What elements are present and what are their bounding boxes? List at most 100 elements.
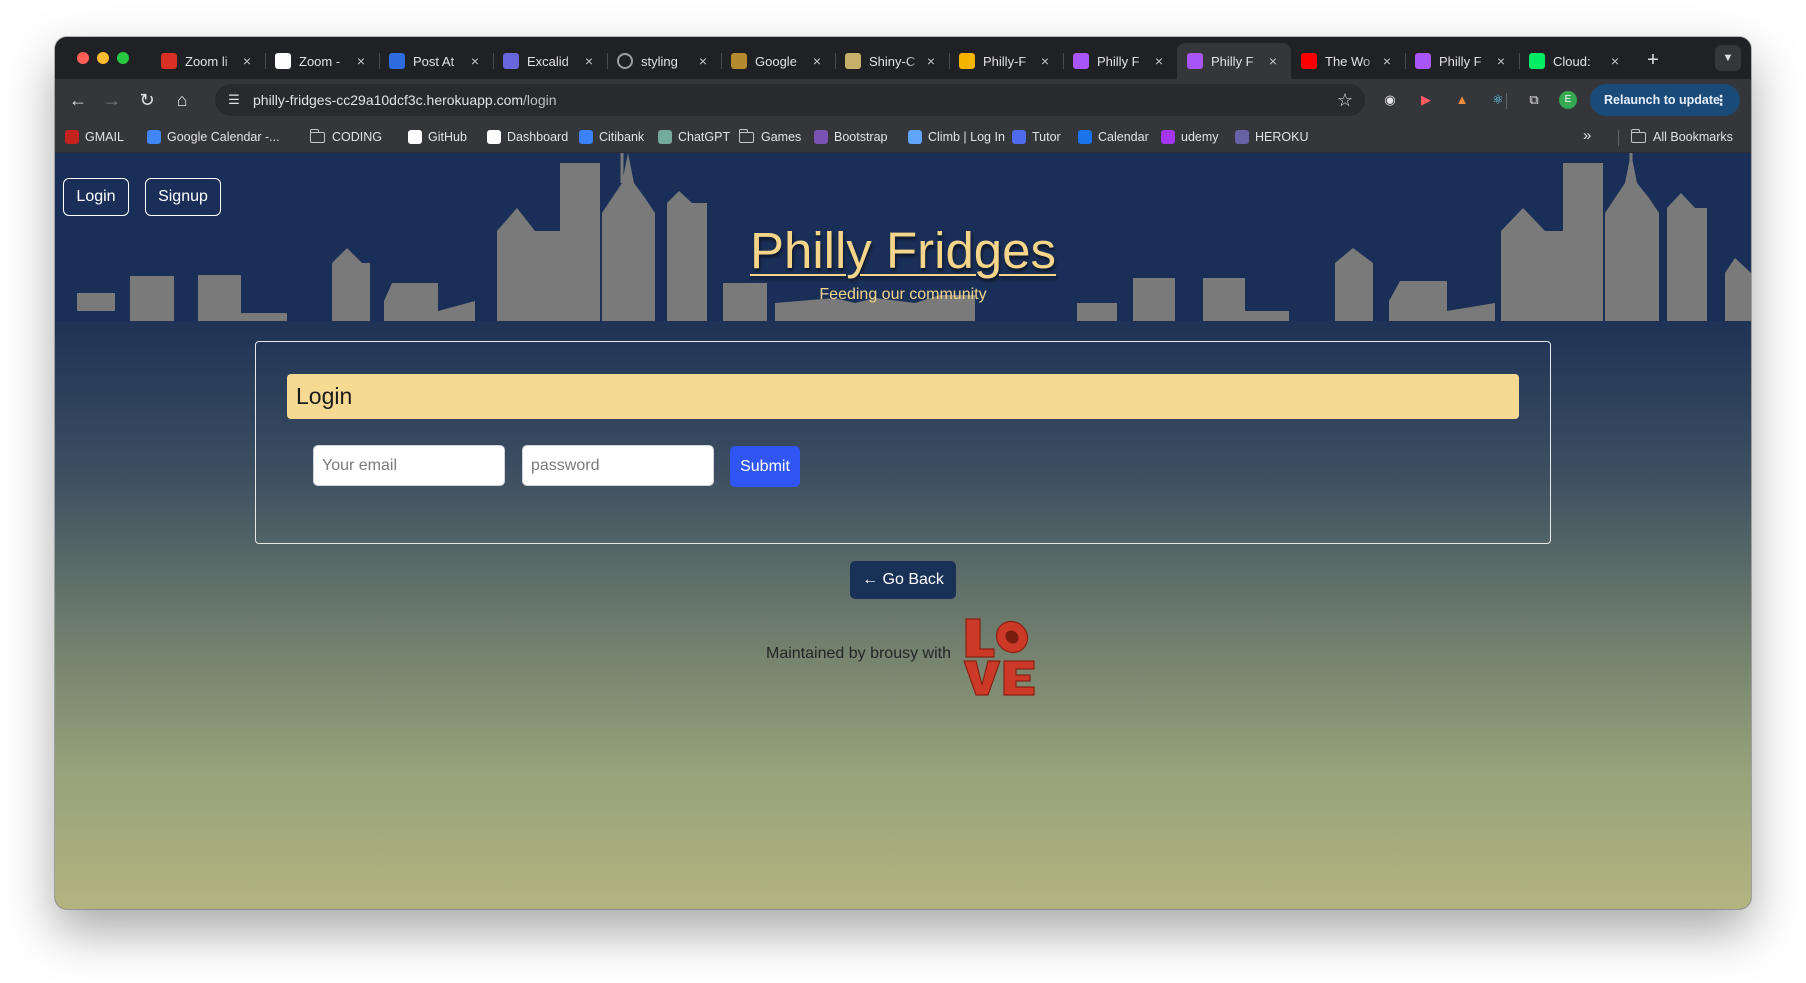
browser-tab[interactable]: Cloud: × <box>1519 43 1633 79</box>
tab-title: Zoom - <box>299 53 341 69</box>
tutor-icon <box>1012 130 1026 144</box>
vite-favicon <box>1187 53 1203 69</box>
bookmark-games[interactable]: Games <box>738 128 801 146</box>
all-bookmarks-button[interactable]: All Bookmarks <box>1630 128 1733 146</box>
browser-tab[interactable]: Philly F × <box>1177 43 1291 79</box>
side-panel-icon[interactable] <box>1530 90 1550 110</box>
browser-tab[interactable]: Philly F × <box>1063 43 1177 79</box>
tab-title: Zoom li <box>185 53 228 69</box>
window-controls <box>77 52 129 64</box>
vite-favicon <box>1073 53 1089 69</box>
excalidraw-favicon <box>503 53 519 69</box>
close-tab-icon[interactable]: × <box>1379 53 1395 69</box>
close-tab-icon[interactable]: × <box>1151 53 1167 69</box>
browser-tab[interactable]: Zoom li × <box>151 43 265 79</box>
shiny-favicon <box>845 53 861 69</box>
browser-tab[interactable]: The Wo × <box>1291 43 1405 79</box>
more-bookmarks-chevron-icon[interactable]: » <box>1583 127 1591 144</box>
close-tab-icon[interactable]: × <box>581 53 597 69</box>
close-tab-icon[interactable]: × <box>353 53 369 69</box>
browser-tab[interactable]: Post At × <box>379 43 493 79</box>
go-back-button[interactable]: ← Go Back <box>850 561 956 599</box>
url-path: /login <box>523 92 557 108</box>
citibank-icon <box>579 130 593 144</box>
reload-icon[interactable]: ↻ <box>132 85 162 115</box>
site-title[interactable]: Philly Fridges <box>55 221 1751 280</box>
screenshot-extension-icon[interactable]: ◉ <box>1380 90 1400 110</box>
submit-button[interactable]: Submit <box>730 446 800 487</box>
url-host: philly-fridges-cc29a10dcf3c.herokuapp.co… <box>253 92 524 108</box>
close-tab-icon[interactable]: × <box>1493 53 1509 69</box>
minimize-window-button[interactable] <box>97 52 109 64</box>
zoom-blue-favicon <box>389 53 405 69</box>
close-tab-icon[interactable]: × <box>1607 53 1623 69</box>
udemy-icon <box>1161 130 1175 144</box>
bookmark-google-calendar[interactable]: Google Calendar -... <box>147 128 280 146</box>
close-tab-icon[interactable]: × <box>467 53 483 69</box>
close-tab-icon[interactable]: × <box>695 53 711 69</box>
bookmark-calendar[interactable]: Calendar <box>1078 128 1149 146</box>
browser-tab[interactable]: Google × <box>721 43 835 79</box>
penn-favicon <box>275 53 291 69</box>
bookmark-dashboard[interactable]: Dashboard <box>487 128 568 146</box>
browser-tab[interactable]: styling × <box>607 43 721 79</box>
bookmark-label: ChatGPT <box>678 130 731 144</box>
web-page: Login Signup Philly Fridges Feeding our … <box>55 153 1751 909</box>
browser-window: Zoom li × Zoom - × Post At × Excalid × styling × G… <box>55 37 1751 909</box>
home-icon[interactable]: ⌂ <box>167 85 197 115</box>
close-tab-icon[interactable]: × <box>1265 53 1281 69</box>
close-window-button[interactable] <box>77 52 89 64</box>
bookmark-citibank[interactable]: Citibank <box>579 128 644 146</box>
flame-extension-icon[interactable]: ▲ <box>1452 90 1472 110</box>
close-tab-icon[interactable]: × <box>1037 53 1053 69</box>
tab-title: Shiny-C <box>869 53 916 69</box>
address-bar[interactable]: ☰ philly-fridges-cc29a10dcf3c.herokuapp.… <box>215 84 1365 116</box>
password-field[interactable] <box>522 445 714 486</box>
browser-tab[interactable]: Excalid × <box>493 43 607 79</box>
tab-search-button[interactable]: ▼ <box>1715 45 1741 71</box>
bookmark-tutor[interactable]: Tutor <box>1012 128 1061 146</box>
tab-title: Excalid <box>527 53 569 69</box>
bookmark-bootstrap[interactable]: Bootstrap <box>814 128 888 146</box>
bookmark-label: GitHub <box>428 130 467 144</box>
close-tab-icon[interactable]: × <box>239 53 255 69</box>
browser-tab[interactable]: Zoom - × <box>265 43 379 79</box>
react-devtools-icon[interactable]: ⚛ <box>1488 90 1508 110</box>
folder-icon <box>738 128 754 143</box>
bookmark-climb-log-in[interactable]: Climb | Log In <box>908 128 1005 146</box>
tab-list: Zoom li × Zoom - × Post At × Excalid × styling × G… <box>151 43 1633 79</box>
bookmark-star-icon[interactable]: ☆ <box>1337 88 1353 112</box>
url-text[interactable]: philly-fridges-cc29a10dcf3c.herokuapp.co… <box>253 92 557 108</box>
forward-arrow-icon[interactable]: → <box>97 85 127 115</box>
signup-nav-button[interactable]: Signup <box>145 178 221 216</box>
bootstrap-icon <box>814 130 828 144</box>
relaunch-update-button[interactable]: Relaunch to update ⋮ <box>1590 84 1740 116</box>
bookmark-label: CODING <box>332 130 382 144</box>
tab-title: Cloud: <box>1553 53 1591 69</box>
profile-avatar[interactable]: E <box>1559 91 1577 109</box>
bookmark-coding[interactable]: CODING <box>309 128 382 146</box>
footer-maintainer-text: Maintained by brousy with <box>766 645 951 662</box>
bookmark-label: GMAIL <box>85 130 124 144</box>
youtube-favicon <box>1301 53 1317 69</box>
browser-tab[interactable]: Philly F × <box>1405 43 1519 79</box>
bookmark-chatgpt[interactable]: ChatGPT <box>658 128 730 146</box>
back-arrow-icon[interactable]: ← <box>63 85 93 115</box>
tab-strip: Zoom li × Zoom - × Post At × Excalid × styling × G… <box>55 37 1751 79</box>
bookmark-github[interactable]: GitHub <box>408 128 467 146</box>
tab-title: Philly F <box>1211 53 1254 69</box>
bookmark-udemy[interactable]: udemy <box>1161 128 1219 146</box>
email-field[interactable] <box>313 445 505 486</box>
site-info-icon[interactable]: ☰ <box>225 91 243 109</box>
close-tab-icon[interactable]: × <box>809 53 825 69</box>
browser-tab[interactable]: Shiny-C × <box>835 43 949 79</box>
new-tab-button[interactable]: + <box>1638 45 1668 75</box>
bookmark-heroku[interactable]: HEROKU <box>1235 128 1308 146</box>
login-nav-button[interactable]: Login <box>63 178 129 216</box>
record-extension-icon[interactable]: ▶ <box>1416 90 1436 110</box>
love-sculpture-logo <box>963 618 1035 696</box>
close-tab-icon[interactable]: × <box>923 53 939 69</box>
bookmark-gmail[interactable]: GMAIL <box>65 128 124 146</box>
maximize-window-button[interactable] <box>117 52 129 64</box>
browser-tab[interactable]: Philly-F × <box>949 43 1063 79</box>
